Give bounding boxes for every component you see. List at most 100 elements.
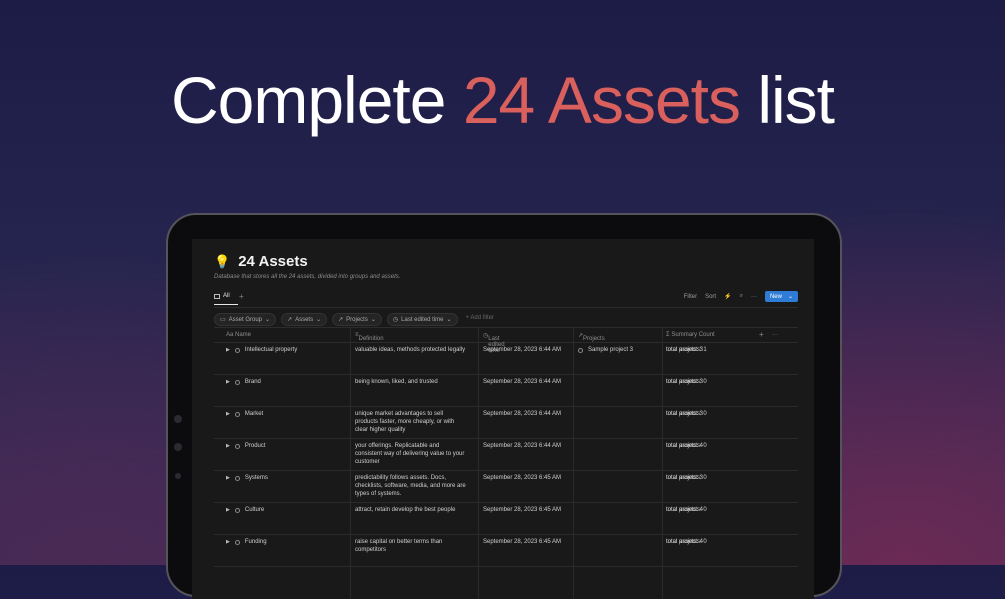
chevron-down-icon: ⌄ xyxy=(446,317,452,323)
add-column-button[interactable]: + xyxy=(759,330,764,339)
row-summary-assets: total assets: 3 xyxy=(666,475,704,481)
camera-icon xyxy=(174,415,182,423)
relation-arrow-icon: ↗ xyxy=(287,317,293,323)
column-definition[interactable]: ≡ Definition xyxy=(355,332,384,342)
search-icon[interactable]: ⌕ xyxy=(740,293,743,300)
chevron-down-icon: ⌄ xyxy=(370,317,376,323)
toggle-triangle-icon[interactable]: ▶ xyxy=(226,506,230,514)
column-name[interactable]: Aa Name xyxy=(226,332,251,338)
row-name-cell[interactable]: ▶ Brand xyxy=(226,378,261,386)
more-options-icon[interactable]: ··· xyxy=(772,332,778,338)
definition-line: attract, retain develop the best people xyxy=(355,507,456,513)
row-definition[interactable]: unique market advantages to sell products… xyxy=(355,410,454,434)
row-definition[interactable]: being known, liked, and trusted xyxy=(355,378,438,386)
toggle-triangle-icon[interactable]: ▶ xyxy=(226,346,230,354)
active-tab-indicator xyxy=(214,304,238,305)
row-name-cell[interactable]: ▶ Systems xyxy=(226,474,268,482)
page-icon xyxy=(578,347,583,353)
definition-line: unique market advantages to sell xyxy=(355,411,444,417)
row-name-cell[interactable]: ▶ Funding xyxy=(226,538,267,546)
row-name[interactable]: Systems xyxy=(245,474,268,482)
filter-chip-last-edited[interactable]: ◷ Last edited time ⌄ xyxy=(386,313,458,326)
row-name[interactable]: Product xyxy=(245,442,266,450)
filter-chip-projects[interactable]: ↗ Projects ⌄ xyxy=(332,313,382,326)
headline-part1: Complete xyxy=(171,63,446,137)
relation-arrow-icon: ↗ xyxy=(338,317,344,323)
toggle-triangle-icon[interactable]: ▶ xyxy=(226,442,230,450)
definition-line: being known, liked, and trusted xyxy=(355,379,438,385)
row-last-edited: September 28, 2023 6:44 AM xyxy=(483,347,562,353)
table-row[interactable]: ▶ Product your offerings. Replicatable and… xyxy=(214,438,798,471)
definition-line: types of systems. xyxy=(355,491,402,497)
table-row[interactable]: ▶ Funding raise capital on better terms th… xyxy=(214,534,798,567)
filter-chips: ▭ Asset Group ⌄ ↗ Assets ⌄ ↗ Projects ⌄ … xyxy=(214,313,497,326)
add-view-button[interactable]: + xyxy=(239,292,244,301)
notion-screen: 💡 24 Assets Database that stores all the… xyxy=(192,239,814,599)
column-summary[interactable]: Σ Summary Count xyxy=(666,332,715,338)
row-definition[interactable]: attract, retain develop the best people xyxy=(355,506,455,514)
column-last-edited[interactable]: ◷ Last edited time xyxy=(483,332,505,354)
chevron-down-icon[interactable]: ⌄ xyxy=(788,293,793,300)
row-name[interactable]: Brand xyxy=(245,378,261,386)
database-description: Database that stores all the 24 assets, … xyxy=(214,274,401,280)
table-row[interactable]: ▶ Culture attract, retain develop the best… xyxy=(214,502,798,535)
page-title[interactable]: 24 Assets xyxy=(238,253,308,270)
row-definition[interactable]: valuable ideas, methods protected legall… xyxy=(355,346,465,354)
row-summary-assets: total assets: 4 xyxy=(666,443,704,449)
row-definition[interactable]: predictability follows assets. Docs, chec… xyxy=(355,474,466,498)
definition-line: competitors xyxy=(355,547,387,553)
row-name[interactable]: Culture xyxy=(245,506,264,514)
row-name[interactable]: Funding xyxy=(245,538,267,546)
toggle-triangle-icon[interactable]: ▶ xyxy=(226,410,230,418)
new-button-label: New xyxy=(769,293,782,300)
chip-label: Last edited time xyxy=(401,316,444,323)
database-title: 💡 24 Assets xyxy=(214,253,308,270)
column-projects[interactable]: ↗ Projects xyxy=(578,332,605,342)
page-icon xyxy=(234,379,240,385)
filter-chip-assets[interactable]: ↗ Assets ⌄ xyxy=(281,313,328,326)
table-icon xyxy=(214,293,220,299)
sort-button[interactable]: Sort xyxy=(705,294,716,300)
definition-line: predictability follows assets. Docs, xyxy=(355,475,447,481)
toggle-triangle-icon[interactable]: ▶ xyxy=(226,474,230,482)
project-link[interactable]: Sample project 3 xyxy=(588,346,633,354)
table-row[interactable]: ▶ Market unique market advantages to sell p… xyxy=(214,406,798,439)
divider xyxy=(214,307,798,308)
page-icon xyxy=(234,347,240,353)
row-summary-assets: total assets: 4 xyxy=(666,507,704,513)
tab-all[interactable]: All xyxy=(214,293,230,299)
filter-chip-asset-group[interactable]: ▭ Asset Group ⌄ xyxy=(214,313,277,326)
folder-icon: ▭ xyxy=(220,317,226,323)
chip-label: Asset Group xyxy=(228,316,263,323)
row-last-edited: September 28, 2023 6:45 AM xyxy=(483,507,562,513)
new-button[interactable]: New ⌄ xyxy=(764,291,798,302)
definition-line: products faster, more cheaply, or with xyxy=(355,419,455,425)
definition-line: consistent way of delivering value to yo… xyxy=(355,451,465,457)
row-name-cell[interactable]: ▶ Intellectual property xyxy=(226,346,297,354)
row-project[interactable]: Sample project 3 xyxy=(578,346,633,354)
chevron-down-icon: ⌄ xyxy=(265,317,271,323)
toggle-triangle-icon[interactable]: ▶ xyxy=(226,538,230,546)
automation-icon[interactable]: ⚡ xyxy=(724,293,731,300)
chevron-down-icon: ⌄ xyxy=(316,317,322,323)
tablet-frame: 💡 24 Assets Database that stores all the… xyxy=(166,213,842,599)
filter-button[interactable]: Filter xyxy=(684,294,697,300)
row-last-edited: September 28, 2023 6:44 AM xyxy=(483,443,562,449)
more-options-icon[interactable]: ··· xyxy=(751,294,757,300)
table-row[interactable]: ▶ Systems predictability follows assets. D… xyxy=(214,470,798,503)
table-row[interactable]: ▶ Intellectual property valuable ideas, me… xyxy=(214,342,798,375)
toggle-triangle-icon[interactable]: ▶ xyxy=(226,378,230,386)
table-row[interactable]: ▶ Brand being known, liked, and trusted Sep… xyxy=(214,374,798,407)
row-name-cell[interactable]: ▶ Product xyxy=(226,442,266,450)
chip-label: Projects xyxy=(346,316,368,323)
definition-line: customer xyxy=(355,459,380,465)
row-definition[interactable]: your offerings. Replicatable and consiste… xyxy=(355,442,464,466)
add-filter-button[interactable]: + Add filter xyxy=(463,313,498,326)
row-definition[interactable]: raise capital on better terms than compet… xyxy=(355,538,442,554)
row-name[interactable]: Market xyxy=(245,410,263,418)
row-name[interactable]: Intellectual property xyxy=(245,346,297,354)
row-last-edited: September 28, 2023 6:44 AM xyxy=(483,379,562,385)
row-name-cell[interactable]: ▶ Market xyxy=(226,410,263,418)
row-name-cell[interactable]: ▶ Culture xyxy=(226,506,264,514)
sensor-icon xyxy=(174,443,182,451)
